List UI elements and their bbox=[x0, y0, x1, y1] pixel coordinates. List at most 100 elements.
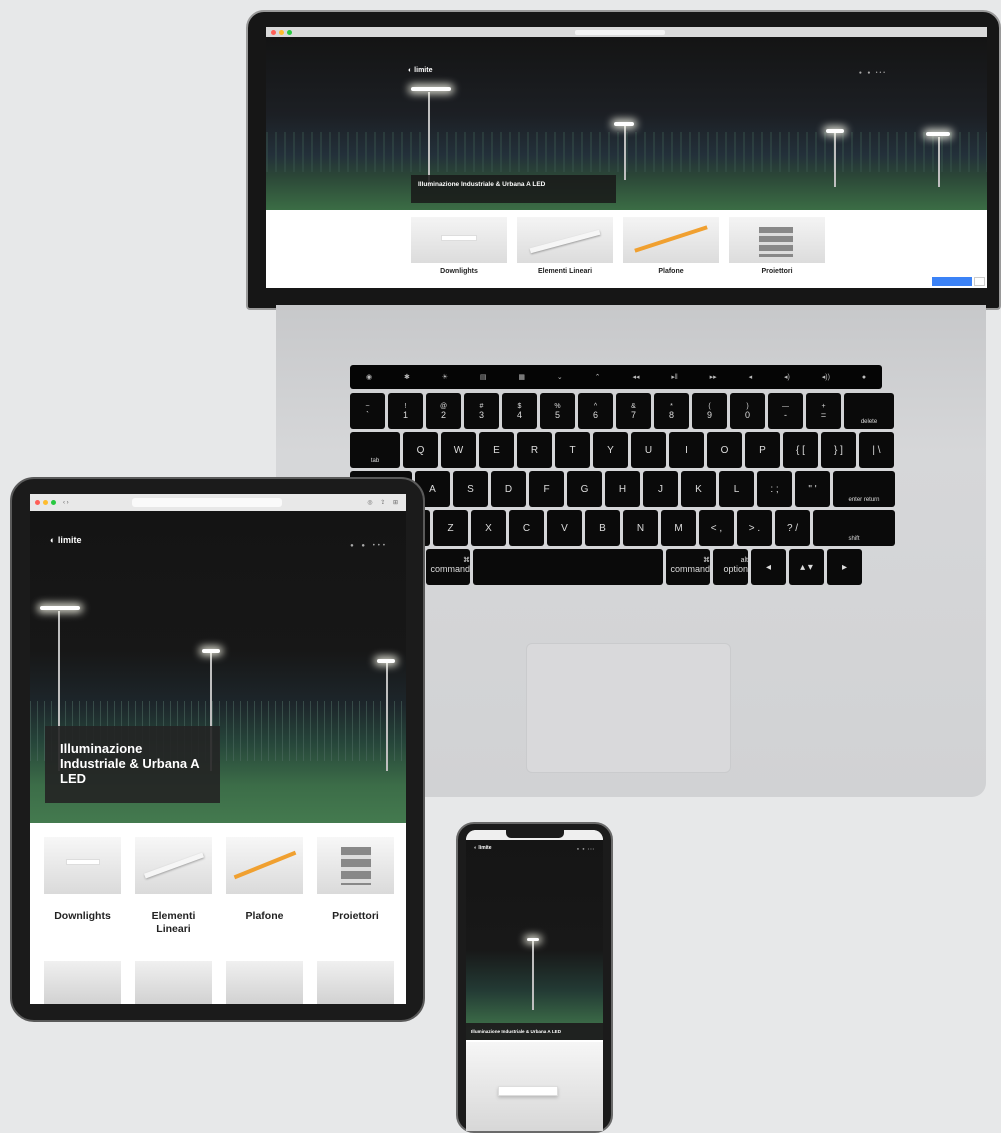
key[interactable]: ! 1 bbox=[388, 393, 423, 429]
product-card[interactable] bbox=[226, 961, 303, 1004]
esc-icon[interactable]: ◉ bbox=[366, 373, 372, 381]
touch-bar[interactable]: ◉ ✱ ☀ ▤ ▦ ⌄ ⌃ ◂◂ ▸‖ ▸▸ ◂ ◂) ◂)) ● bbox=[350, 365, 882, 389]
key[interactable]: D bbox=[491, 471, 526, 507]
key[interactable]: N bbox=[623, 510, 658, 546]
key[interactable]: ▸ bbox=[827, 549, 862, 585]
key[interactable] bbox=[473, 549, 663, 585]
brightness-up-icon[interactable]: ☀ bbox=[442, 373, 448, 381]
site-logo[interactable]: ◐ limite bbox=[50, 535, 81, 545]
key[interactable]: X bbox=[471, 510, 506, 546]
key[interactable]: ▴ ▾ bbox=[789, 549, 824, 585]
key[interactable]: Y bbox=[593, 432, 628, 468]
key[interactable]: ◂ bbox=[751, 549, 786, 585]
key[interactable]: Q bbox=[403, 432, 438, 468]
key[interactable]: S bbox=[453, 471, 488, 507]
toolbar-icons[interactable]: ◎ ⇪ ⊞ bbox=[367, 499, 401, 506]
product-card[interactable] bbox=[317, 961, 394, 1004]
key[interactable]: ⌘ command bbox=[426, 549, 470, 585]
address-bar[interactable] bbox=[575, 29, 665, 35]
key[interactable]: ⌘ command bbox=[666, 549, 710, 585]
key[interactable]: ~ ` bbox=[350, 393, 385, 429]
key[interactable]: — - bbox=[768, 393, 803, 429]
key[interactable]: G bbox=[567, 471, 602, 507]
key[interactable]: shift bbox=[813, 510, 895, 546]
key[interactable]: $4 bbox=[502, 393, 537, 429]
key[interactable]: B bbox=[585, 510, 620, 546]
product-card-lineari[interactable]: Elementi Lineari bbox=[135, 837, 212, 936]
key[interactable]: (9 bbox=[692, 393, 727, 429]
key[interactable]: O bbox=[707, 432, 742, 468]
site-nav[interactable]: ● ● ••• bbox=[577, 846, 595, 851]
siri-icon[interactable]: ● bbox=[862, 374, 866, 381]
product-card[interactable] bbox=[135, 961, 212, 1004]
brightness-down-icon[interactable]: ✱ bbox=[404, 373, 410, 381]
key[interactable]: U bbox=[631, 432, 666, 468]
key[interactable]: altoption bbox=[713, 549, 748, 585]
key[interactable]: " ' bbox=[795, 471, 830, 507]
key[interactable]: { [ bbox=[783, 432, 818, 468]
key[interactable]: ^ 6 bbox=[578, 393, 613, 429]
forward-icon[interactable]: ▸▸ bbox=[710, 373, 717, 381]
key[interactable]: F bbox=[529, 471, 564, 507]
key[interactable]: J bbox=[643, 471, 678, 507]
key[interactable]: Z bbox=[433, 510, 468, 546]
launchpad-icon[interactable]: ▦ bbox=[518, 373, 525, 381]
mute-icon[interactable]: ◂ bbox=[749, 373, 753, 381]
site-logo[interactable]: ◐ limite bbox=[474, 845, 491, 851]
key[interactable]: | \ bbox=[859, 432, 894, 468]
product-card-plafone[interactable]: Plafone bbox=[226, 837, 303, 936]
product-card-lineari[interactable]: Elementi Lineari bbox=[517, 217, 613, 275]
key[interactable]: T bbox=[555, 432, 590, 468]
key[interactable]: E bbox=[479, 432, 514, 468]
key[interactable]: < , bbox=[699, 510, 734, 546]
volume-down-icon[interactable]: ◂) bbox=[784, 373, 790, 381]
product-card-downlights[interactable]: Downlights bbox=[44, 837, 121, 936]
key[interactable]: @2 bbox=[426, 393, 461, 429]
minimize-icon[interactable] bbox=[43, 500, 48, 505]
key[interactable]: K bbox=[681, 471, 716, 507]
key[interactable]: ? / bbox=[775, 510, 810, 546]
key[interactable]: } ] bbox=[821, 432, 856, 468]
key[interactable]: W bbox=[441, 432, 476, 468]
site-nav[interactable]: ● ● ••• bbox=[859, 70, 887, 76]
key[interactable]: #3 bbox=[464, 393, 499, 429]
key[interactable]: M bbox=[661, 510, 696, 546]
key[interactable]: * 8 bbox=[654, 393, 689, 429]
key[interactable]: enter return bbox=[833, 471, 895, 507]
key[interactable]: + = bbox=[806, 393, 841, 429]
play-icon[interactable]: ▸‖ bbox=[671, 373, 677, 381]
key[interactable]: P bbox=[745, 432, 780, 468]
close-icon[interactable] bbox=[271, 29, 276, 35]
key[interactable]: I bbox=[669, 432, 704, 468]
key[interactable]: > . bbox=[737, 510, 772, 546]
key[interactable]: delete bbox=[844, 393, 894, 429]
product-card[interactable] bbox=[44, 961, 121, 1004]
close-icon[interactable] bbox=[35, 500, 40, 505]
key[interactable]: R bbox=[517, 432, 552, 468]
product-card-proiettori[interactable]: Proiettori bbox=[729, 217, 825, 275]
keyboard-light-down-icon[interactable]: ⌄ bbox=[557, 373, 563, 381]
key[interactable]: % 5 bbox=[540, 393, 575, 429]
trackpad[interactable] bbox=[526, 643, 731, 773]
cookie-accept-button[interactable] bbox=[932, 277, 972, 286]
site-logo[interactable]: ◐ limite bbox=[408, 67, 432, 74]
site-nav[interactable]: ● ● ••• bbox=[350, 543, 388, 549]
key[interactable]: & 7 bbox=[616, 393, 651, 429]
rewind-icon[interactable]: ◂◂ bbox=[632, 373, 639, 381]
mission-control-icon[interactable]: ▤ bbox=[480, 373, 487, 381]
key[interactable]: tab bbox=[350, 432, 400, 468]
minimize-icon[interactable] bbox=[279, 29, 284, 35]
key[interactable]: C bbox=[509, 510, 544, 546]
product-card-downlights[interactable]: Downlights bbox=[411, 217, 507, 275]
key[interactable]: ) 0 bbox=[730, 393, 765, 429]
maximize-icon[interactable] bbox=[287, 29, 292, 35]
product-card-plafone[interactable]: Plafone bbox=[623, 217, 719, 275]
product-card-proiettori[interactable]: Proiettori bbox=[317, 837, 394, 936]
key[interactable]: : ; bbox=[757, 471, 792, 507]
cookie-decline-button[interactable] bbox=[974, 277, 985, 286]
key[interactable]: H bbox=[605, 471, 640, 507]
volume-up-icon[interactable]: ◂)) bbox=[822, 373, 830, 381]
keyboard-light-up-icon[interactable]: ⌃ bbox=[595, 373, 601, 381]
address-bar[interactable] bbox=[131, 498, 282, 507]
key[interactable]: V bbox=[547, 510, 582, 546]
